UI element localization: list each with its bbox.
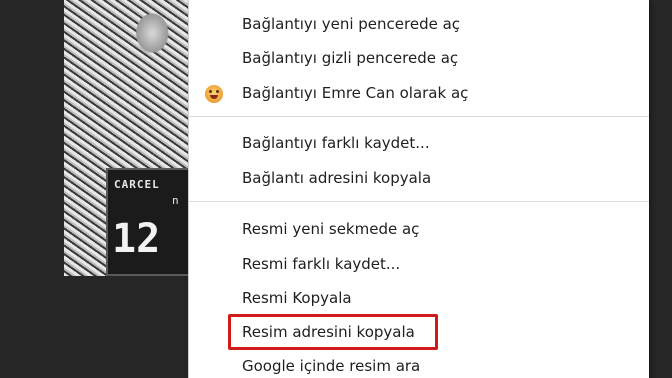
menu-item-open-link-as-profile[interactable]: Bağlantıyı Emre Can olarak aç — [189, 78, 649, 108]
menu-item-copy-image-address[interactable]: Resim adresini kopyala — [189, 317, 649, 347]
menu-separator — [189, 116, 649, 117]
menu-item-save-link-as[interactable]: Bağlantıyı farklı kaydet... — [189, 128, 649, 158]
screen: CARCEL n 12 Bağlantıyı yeni pencerede aç… — [0, 0, 672, 378]
board-number: 12 — [112, 216, 161, 262]
menu-item-label: Bağlantı adresini kopyala — [242, 169, 432, 187]
menu-item-label: Bağlantıyı farklı kaydet... — [242, 134, 430, 152]
menu-item-label: Resmi farklı kaydet... — [242, 255, 401, 273]
menu-item-open-link-new-window[interactable]: Bağlantıyı yeni pencerede aç — [189, 9, 649, 39]
profile-avatar-icon — [205, 85, 223, 103]
menu-item-copy-image[interactable]: Resmi Kopyala — [189, 283, 649, 313]
board-text: CARCEL — [114, 178, 160, 191]
mugshot-image: CARCEL n 12 — [64, 0, 190, 276]
menu-item-label: Bağlantıyı gizli pencerede aç — [242, 49, 459, 67]
menu-item-save-image-as[interactable]: Resmi farklı kaydet... — [189, 249, 649, 279]
menu-item-label: Resmi Kopyala — [242, 289, 352, 307]
menu-item-label: Google içinde resim ara — [242, 357, 421, 375]
menu-item-label: Bağlantıyı Emre Can olarak aç — [242, 84, 469, 102]
menu-item-open-image-new-tab[interactable]: Resmi yeni sekmede aç — [189, 214, 649, 244]
menu-separator — [189, 201, 649, 202]
menu-item-open-link-incognito[interactable]: Bağlantıyı gizli pencerede aç — [189, 43, 649, 73]
menu-item-label: Bağlantıyı yeni pencerede aç — [242, 15, 461, 33]
context-menu: Bağlantıyı yeni pencerede aç Bağlantıyı … — [188, 0, 649, 378]
menu-item-copy-link-address[interactable]: Bağlantı adresini kopyala — [189, 163, 649, 193]
board-small-text: n — [172, 194, 179, 207]
menu-item-label: Resim adresini kopyala — [242, 323, 415, 341]
menu-item-search-image-google[interactable]: Google içinde resim ara — [189, 351, 649, 378]
menu-item-label: Resmi yeni sekmede aç — [242, 220, 420, 238]
